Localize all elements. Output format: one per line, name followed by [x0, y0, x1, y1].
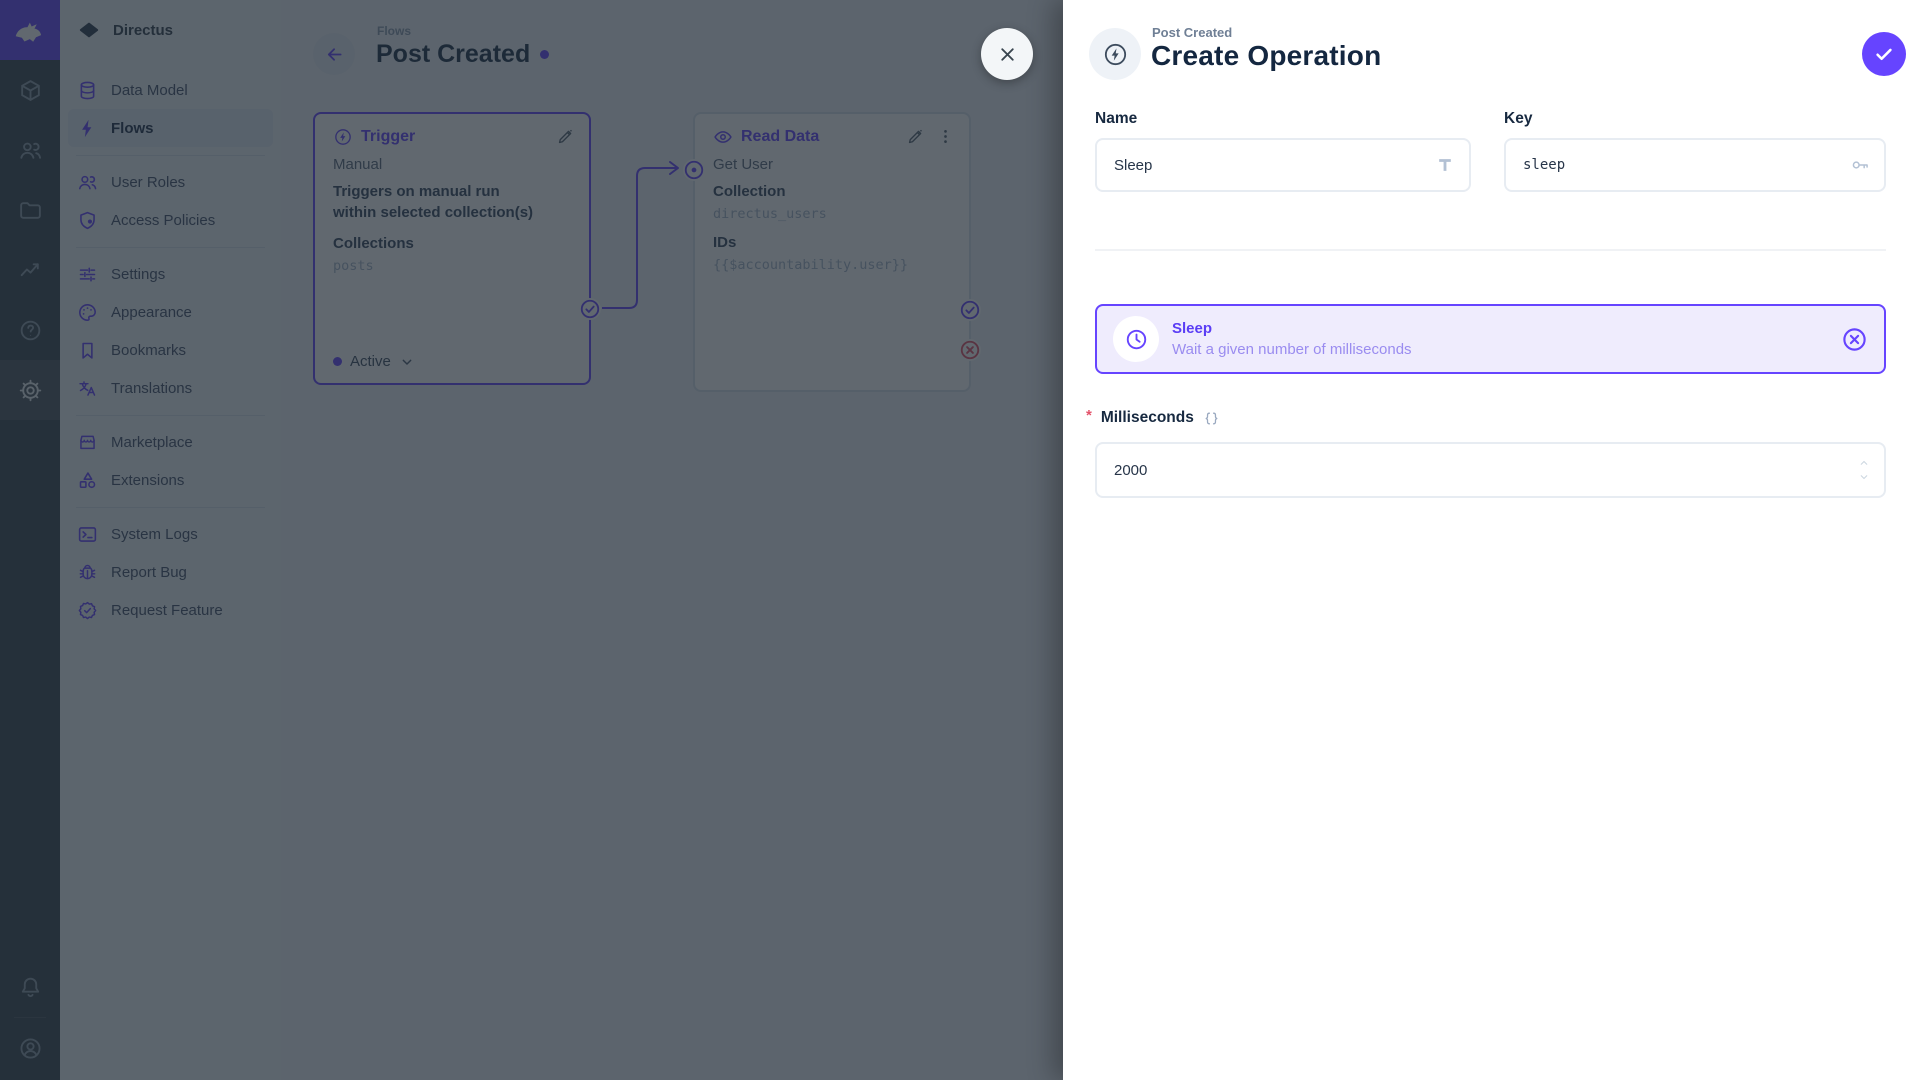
key-input[interactable]: [1506, 140, 1884, 190]
operation-card-title: Sleep: [1172, 320, 1213, 337]
milliseconds-input-wrap: [1095, 442, 1886, 498]
title-format-icon: [1435, 155, 1455, 175]
milliseconds-label-row: * Milliseconds: [1086, 407, 1220, 427]
name-input-wrap: [1095, 138, 1471, 192]
drawer-title: Create Operation: [1151, 40, 1382, 71]
key-icon: [1850, 155, 1870, 175]
deselect-operation-button[interactable]: [1841, 326, 1868, 353]
drawer-divider: [1095, 249, 1886, 251]
name-input[interactable]: [1097, 140, 1469, 190]
operation-icon-bubble: [1113, 316, 1159, 362]
save-button[interactable]: [1862, 32, 1906, 76]
bolt-circle-icon: [1102, 41, 1129, 68]
key-input-wrap: [1504, 138, 1886, 192]
create-operation-drawer: Post Created Create Operation Name Key S…: [1063, 0, 1920, 1080]
operation-card-description: Wait a given number of milliseconds: [1172, 341, 1412, 358]
stepper-up-icon[interactable]: [1856, 457, 1872, 469]
drawer-overlay[interactable]: [0, 0, 1063, 1080]
milliseconds-input[interactable]: [1097, 444, 1884, 496]
number-stepper: [1856, 457, 1872, 483]
clock-icon: [1124, 327, 1149, 352]
milliseconds-label: Milliseconds: [1100, 409, 1194, 426]
required-asterisk: *: [1086, 406, 1092, 424]
x-circle-icon: [1841, 326, 1868, 353]
close-drawer-button[interactable]: [981, 28, 1033, 80]
check-icon: [1873, 43, 1895, 65]
stepper-down-icon[interactable]: [1856, 471, 1872, 483]
raw-value-braces-icon[interactable]: [1203, 410, 1220, 427]
sleep-operation-card[interactable]: Sleep Wait a given number of millisecond…: [1095, 304, 1886, 374]
name-field-label: Name: [1095, 110, 1138, 127]
drawer-header-icon: [1089, 28, 1141, 80]
drawer-breadcrumb: Post Created: [1152, 25, 1233, 40]
key-field-label: Key: [1504, 110, 1533, 127]
close-icon: [997, 44, 1018, 65]
directus-app: Directus Data Model Flows User Roles: [0, 0, 1920, 1080]
